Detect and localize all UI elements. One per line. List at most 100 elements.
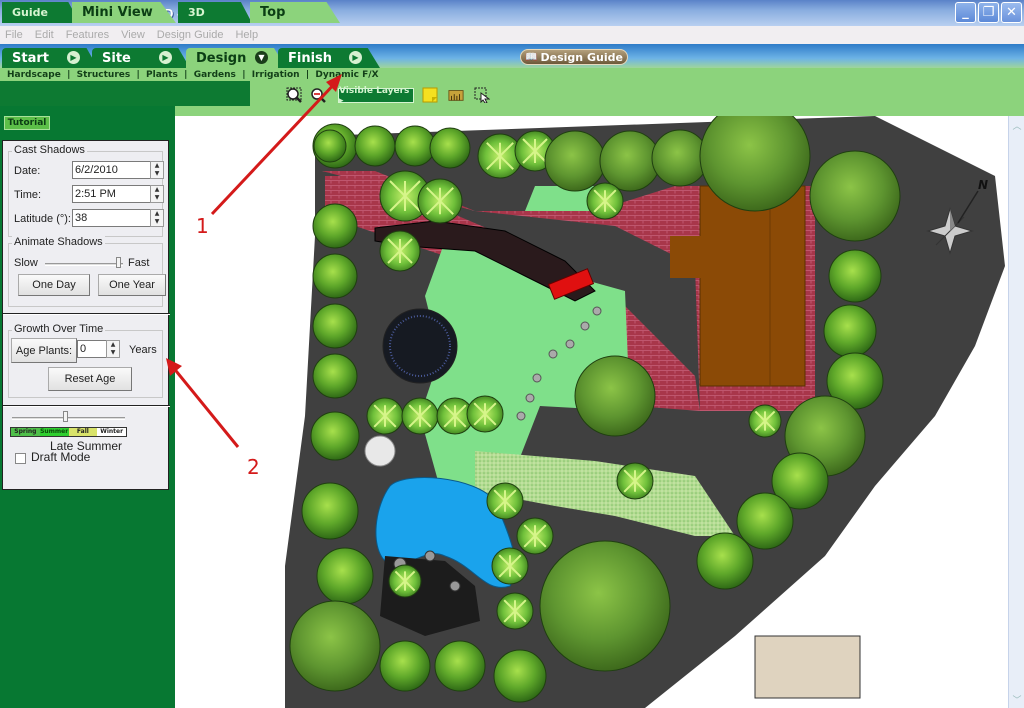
shrub[interactable] [736,492,794,550]
shrub[interactable] [354,125,396,167]
spin-up-icon[interactable]: ▲ [151,162,163,170]
scroll-up-icon[interactable]: ︿ [1011,119,1023,132]
menu-file[interactable]: File [5,29,23,41]
subnav-plants[interactable]: Plants [146,70,178,80]
close-button[interactable]: ✕ [1001,2,1022,23]
shrub[interactable] [310,411,360,461]
spin-down-icon[interactable]: ▼ [107,349,119,357]
tree-canopy[interactable] [574,355,656,437]
shrub[interactable] [312,203,358,249]
select-icon[interactable] [474,87,490,103]
season-spring: Spring [11,428,40,436]
design-subnav: Hardscape | Structures | Plants | Garden… [0,68,1024,81]
shrub[interactable] [828,249,882,303]
tab-top[interactable]: Top [250,2,340,23]
subnav-structures[interactable]: Structures [77,70,131,80]
date-field[interactable]: 6/2/2010 [72,161,151,179]
tree-canopy[interactable] [599,130,661,192]
design-guide-button[interactable]: 📖 Design Guide [520,49,628,65]
close-icon: ✕ [1006,5,1017,20]
scroll-down-icon[interactable]: ﹀ [1011,693,1023,706]
zoom-in-icon[interactable] [286,87,302,103]
subnav-dynamic-fx[interactable]: Dynamic F/X [315,70,378,80]
menu-view[interactable]: View [121,29,145,41]
visible-layers-button[interactable]: Visible Layers ▸ [338,86,414,106]
shrub[interactable] [434,640,486,692]
shrub[interactable] [313,129,347,163]
subnav-hardscape[interactable]: Hardscape [7,70,61,80]
play-arrow-icon: ▶ [159,51,172,64]
latitude-field[interactable]: 38 [72,209,151,227]
vertical-scrollbar[interactable]: ︿ ﹀ [1008,116,1024,708]
season-slider[interactable] [12,417,125,420]
reset-age-button[interactable]: Reset Age [48,367,132,391]
tab-design[interactable]: Design ▼ [186,48,286,68]
maximize-button[interactable]: ❐ [978,2,999,23]
one-day-button[interactable]: One Day [18,274,90,296]
tree-canopy[interactable] [289,600,381,692]
time-field[interactable]: 2:51 PM [72,185,151,203]
spin-up-icon[interactable]: ▲ [107,341,119,349]
shrub[interactable] [316,547,374,605]
shrub[interactable] [493,649,547,703]
animation-speed-slider[interactable] [45,263,123,266]
tree-canopy[interactable] [544,130,606,192]
separator: | [235,69,252,80]
shrub[interactable] [394,125,436,167]
subnav-gardens[interactable]: Gardens [194,70,236,80]
shrub[interactable] [312,303,358,349]
one-year-button[interactable]: One Year [98,274,166,296]
separator [3,405,170,407]
tab-guide[interactable]: Guide [2,2,80,23]
tree-canopy[interactable] [809,150,901,242]
date-spinner[interactable]: ▲ ▼ [150,161,164,179]
tab-3d[interactable]: 3D [178,2,252,23]
tutorial-button[interactable]: Tutorial [4,116,50,130]
shrub[interactable] [301,482,359,540]
season-slider-thumb[interactable] [63,411,69,422]
draft-mode-label: Draft Mode [31,450,91,464]
shrub[interactable] [823,304,877,358]
minimize-button[interactable]: _ [955,2,976,23]
subnav-irrigation[interactable]: Irrigation [252,70,300,80]
draft-mode-checkbox[interactable] [15,453,26,464]
play-arrow-icon: ▶ [67,51,80,64]
spin-down-icon[interactable]: ▼ [151,218,163,226]
animate-shadows-legend: Animate Shadows [12,236,105,248]
spin-up-icon[interactable]: ▲ [151,186,163,194]
design-canvas[interactable]: N [175,116,1010,708]
menu-help[interactable]: Help [235,29,258,41]
spin-down-icon[interactable]: ▼ [151,194,163,202]
latitude-spinner[interactable]: ▲ ▼ [150,209,164,227]
shrub[interactable] [429,127,471,169]
mini-view-panel: Cast Shadows Date: 6/2/2010 ▲ ▼ Time: 2:5… [2,140,170,490]
animation-speed-thumb[interactable] [116,257,122,268]
shrub[interactable] [312,253,358,299]
tab-mini-view[interactable]: Mini View [72,2,176,23]
spin-up-icon[interactable]: ▲ [151,210,163,218]
shrub[interactable] [696,532,754,590]
tab-start[interactable]: Start ▶ [2,48,98,68]
time-value: 2:51 PM [75,188,116,200]
menu-edit[interactable]: Edit [35,29,54,41]
zoom-out-icon[interactable] [310,87,326,103]
ruler-icon[interactable] [448,87,464,103]
sticky-note-icon[interactable] [422,87,438,103]
date-value: 6/2/2010 [75,164,118,176]
shrub[interactable] [312,353,358,399]
age-field[interactable]: 0 [77,340,107,358]
tutorial-label: Tutorial [7,118,47,128]
tab-finish[interactable]: Finish ▶ [278,48,380,68]
menu-design-guide[interactable]: Design Guide [157,29,224,41]
reset-age-label: Reset Age [64,373,116,385]
shrub[interactable] [379,640,431,692]
tree-canopy[interactable] [539,540,671,672]
age-plants-button[interactable]: Age Plants: [11,338,77,363]
tab-site[interactable]: Site ▶ [92,48,190,68]
menu-features[interactable]: Features [66,29,109,41]
house-porch [670,236,702,278]
time-spinner[interactable]: ▲ ▼ [150,185,164,203]
tab-site-label: Site [102,50,131,66]
age-spinner[interactable]: ▲ ▼ [106,340,120,358]
spin-down-icon[interactable]: ▼ [151,170,163,178]
